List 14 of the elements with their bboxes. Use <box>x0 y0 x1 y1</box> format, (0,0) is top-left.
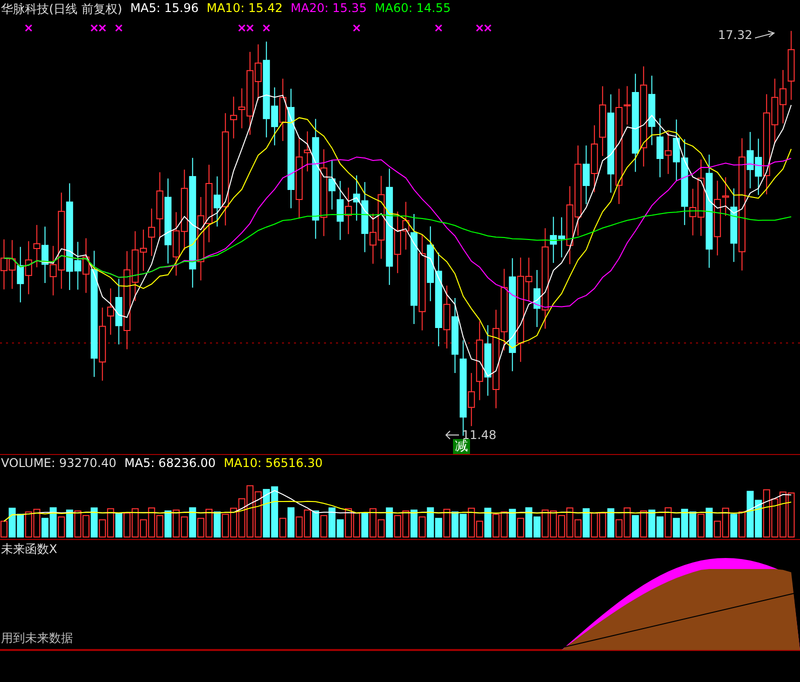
ma-reading: MA60: 14.55 <box>374 1 451 17</box>
ma-reading: MA20: 15.35 <box>290 1 367 17</box>
ma-reading: MA5: 15.96 <box>130 1 199 17</box>
indicator-title: 未来函数X <box>1 541 58 558</box>
signal-badge: 减 <box>453 439 470 454</box>
high-price-label: 17.32 <box>718 28 752 42</box>
ma-reading: MA10: 15.42 <box>206 1 283 17</box>
arrow-icon <box>444 430 460 440</box>
ma-reading: MA5: 68236.00 <box>124 456 216 470</box>
warning-note: 用到未来数据 <box>1 630 73 647</box>
stock-title: 华脉科技(日线 前复权) <box>1 1 122 18</box>
arrow-icon <box>754 30 776 40</box>
volume-reading: VOLUME: 93270.40 <box>1 456 116 470</box>
ma-reading: MA10: 56516.30 <box>224 456 323 470</box>
